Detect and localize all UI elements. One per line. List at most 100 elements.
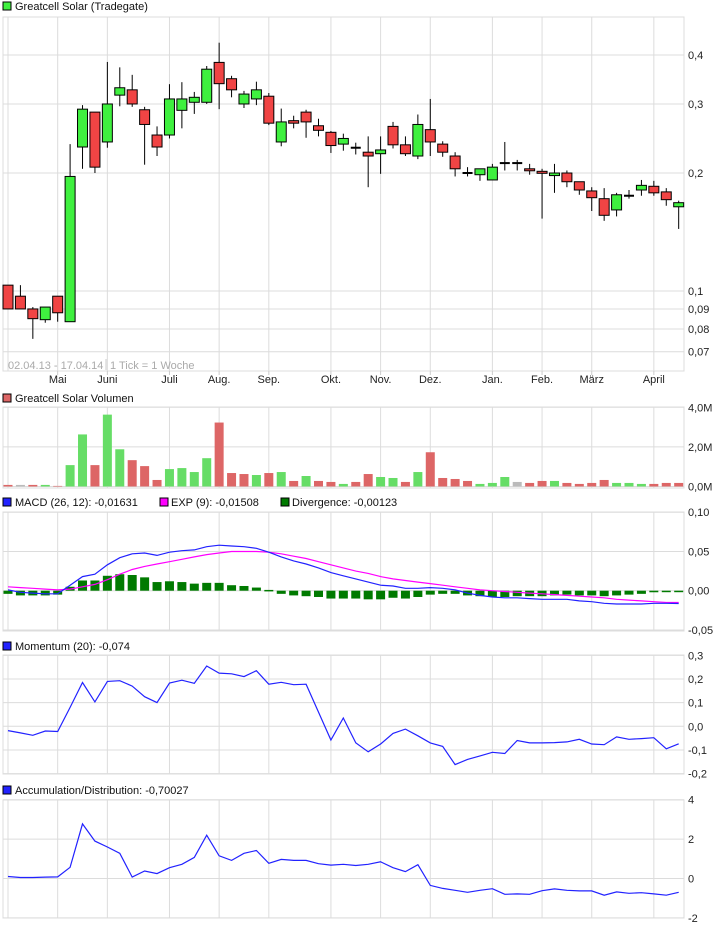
volume-bar xyxy=(661,482,671,487)
candle-body xyxy=(375,149,387,155)
candle xyxy=(548,163,560,193)
plot-frame xyxy=(2,654,685,775)
volume-bar xyxy=(525,482,535,487)
volume-bar xyxy=(500,476,510,487)
candle xyxy=(126,74,138,107)
ad-line xyxy=(7,822,679,896)
candle-body xyxy=(648,185,660,194)
volume-bar xyxy=(351,481,361,487)
candle-body-doji xyxy=(624,194,634,197)
candle-body xyxy=(598,198,610,216)
y-tick-label: 0 xyxy=(688,874,694,886)
volume-bar xyxy=(549,480,559,487)
y-tick-label: 0,10 xyxy=(688,507,709,519)
candle-body xyxy=(126,89,138,105)
candle xyxy=(77,105,89,169)
macd-legend: MACD (26, 12): -0,01631 EXP (9): -0,0150… xyxy=(2,497,397,509)
candle-body xyxy=(474,168,486,176)
candle xyxy=(673,200,685,229)
divergence-bar xyxy=(251,587,261,591)
candle-body xyxy=(250,89,262,100)
candle-body xyxy=(114,87,126,96)
y-tick-label: 0,0M xyxy=(688,482,712,494)
divergence-bar xyxy=(400,590,410,599)
x-tick-label: Feb. xyxy=(531,374,553,386)
volume-bar xyxy=(624,482,634,487)
candle xyxy=(300,109,312,138)
candle-body xyxy=(52,295,64,314)
volume-bar xyxy=(475,483,485,487)
candle-body xyxy=(151,134,163,148)
candle xyxy=(624,189,634,199)
candle xyxy=(275,108,287,147)
candle xyxy=(424,98,436,157)
candle xyxy=(151,126,163,157)
divergence-bar xyxy=(599,590,609,597)
candle xyxy=(648,180,660,196)
volume-bar xyxy=(674,482,684,487)
candle xyxy=(263,92,275,126)
x-tick-label: Mai xyxy=(49,374,67,386)
y-tick-label: 4,0M xyxy=(688,402,712,414)
candle-body xyxy=(635,184,647,191)
candle xyxy=(387,121,399,149)
plot-frame xyxy=(2,16,685,372)
tick-size-label: 1 Tick = 1 Woche xyxy=(110,360,194,372)
candle-body xyxy=(14,295,26,310)
y-tick-label: 0,00 xyxy=(688,586,709,598)
candle xyxy=(399,136,411,157)
volume-panel: 4,0M 2,0M 0,0M xyxy=(2,402,712,494)
volume-bar xyxy=(326,481,336,487)
volume-bar xyxy=(363,474,373,487)
volume-bar xyxy=(289,480,299,487)
candle-body xyxy=(586,190,598,199)
candle xyxy=(573,181,585,195)
candle-body xyxy=(399,144,411,155)
candle xyxy=(250,81,262,106)
y-tick-label: -0,1 xyxy=(688,745,707,757)
y-tick-label: 0,4 xyxy=(688,50,703,62)
y-tick-label: 0,08 xyxy=(688,324,709,336)
candle-body xyxy=(238,93,250,105)
divergence-bar xyxy=(127,575,137,591)
volume-bar xyxy=(140,466,150,487)
divergence-bar xyxy=(413,590,423,597)
divergence-bar xyxy=(674,590,684,593)
volume-bar xyxy=(177,468,187,487)
ad-legend-label: Accumulation/Distribution: -0,70027 xyxy=(15,785,189,797)
divergence-bar xyxy=(202,582,212,591)
x-tick-label: Sep. xyxy=(257,374,280,386)
volume-bar xyxy=(425,452,435,487)
y-tick-label: 0,1 xyxy=(688,698,703,710)
candle-body xyxy=(561,172,573,183)
volume-bar xyxy=(450,478,460,487)
candle-body xyxy=(139,109,151,125)
candle-body-doji xyxy=(462,172,473,175)
volume-bar xyxy=(239,474,249,487)
candle-body-doji xyxy=(512,162,523,165)
candle-body xyxy=(213,61,225,85)
candle xyxy=(313,118,324,137)
candle xyxy=(114,67,126,107)
volume-bar xyxy=(487,482,497,487)
candle-body xyxy=(39,306,51,321)
divergence-bar xyxy=(624,590,634,595)
divergence-bar xyxy=(289,590,299,596)
volume-bar xyxy=(78,434,88,487)
candle xyxy=(64,144,76,323)
candle-body xyxy=(548,172,560,177)
ad-legend-swatch xyxy=(2,785,12,795)
candle xyxy=(188,91,200,114)
divergence-bar xyxy=(276,590,286,594)
candle-body xyxy=(660,191,672,201)
x-tick-label: Juli xyxy=(161,374,178,386)
volume-bar xyxy=(649,483,659,487)
volume-bar xyxy=(463,480,473,487)
divergence-bar xyxy=(177,582,187,591)
candle-body xyxy=(2,284,14,310)
candle xyxy=(89,111,101,174)
momentum-panel: 0,3 0,2 0,1 0,0 -0,1 -0,2 xyxy=(2,650,707,781)
x-tick-label: März xyxy=(580,374,604,386)
candle xyxy=(288,115,300,129)
candle xyxy=(2,284,14,310)
